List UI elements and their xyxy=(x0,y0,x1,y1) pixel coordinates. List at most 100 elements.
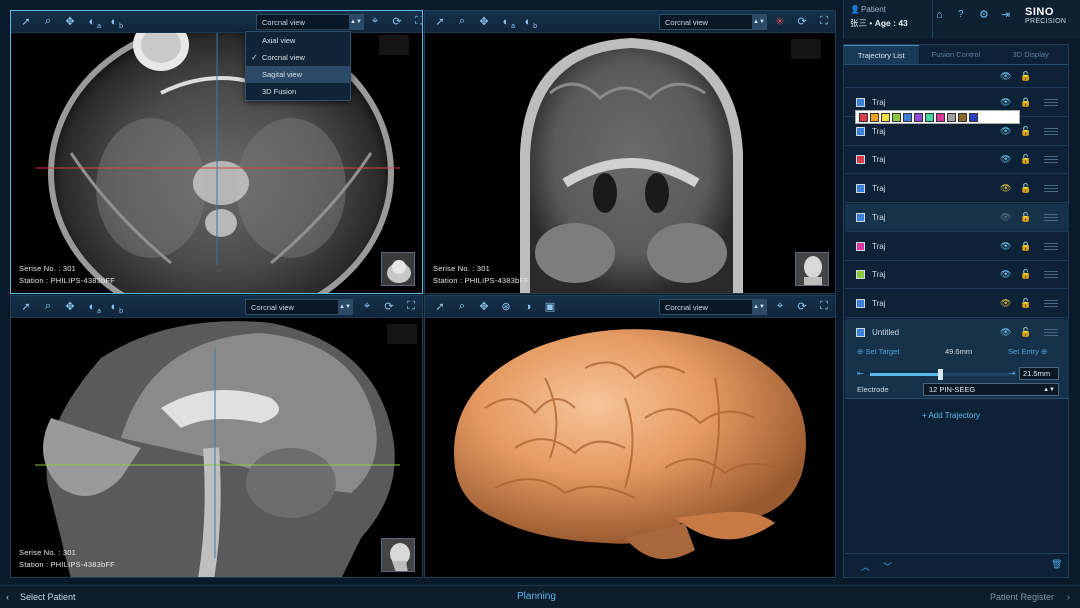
trash-icon[interactable]: 🗑 xyxy=(1051,559,1062,570)
viewport-top-left[interactable]: ➚ ⌕ ✥ ◐ a ◐ b Corcnal view ▲▼ ⌖ ⟳ ⛶ Seri… xyxy=(10,10,423,294)
depth-input[interactable]: 21.5mm xyxy=(1019,367,1059,380)
pointer-icon[interactable]: ➚ xyxy=(15,296,37,318)
menu-item-axial[interactable]: Axial view xyxy=(246,32,350,49)
fullscreen-icon[interactable]: ⛶ xyxy=(408,11,422,33)
drag-handle-icon[interactable] xyxy=(1044,156,1058,164)
eye-icon[interactable]: 👁 xyxy=(1000,327,1011,338)
trajectory-color-swatch[interactable] xyxy=(856,212,865,222)
drag-handle-icon[interactable] xyxy=(1044,127,1058,135)
chevron-right-icon[interactable]: › xyxy=(1067,592,1070,602)
electrode-select[interactable]: 12 PIN-SEEG ▲▼ xyxy=(923,383,1059,396)
palette-color-swatch[interactable] xyxy=(881,112,890,122)
menu-item-3d-fusion[interactable]: 3D Fusion xyxy=(246,83,350,100)
trajectory-color-swatch[interactable] xyxy=(856,98,865,107)
view-select[interactable]: Corcnal view ▲▼ xyxy=(256,14,364,30)
trajectory-color-swatch[interactable] xyxy=(856,241,865,251)
zoom-icon[interactable]: ⌕ xyxy=(37,296,59,318)
set-target-button[interactable]: ⊕ Set Target xyxy=(857,347,899,356)
window-a-icon[interactable]: ◐ a xyxy=(81,296,103,318)
trajectory-row[interactable]: Traj 👁 🔓 xyxy=(845,146,1069,175)
orientation-thumbnail[interactable] xyxy=(381,538,415,572)
lock-icon[interactable]: 🔓 xyxy=(1020,212,1031,223)
trajectory-color-swatch[interactable] xyxy=(856,298,865,308)
view-select[interactable]: Corcnal view ▲▼ xyxy=(659,299,767,315)
trajectory-color-swatch[interactable] xyxy=(856,327,865,337)
coronal-scan-image[interactable] xyxy=(425,33,835,293)
viewport-bottom-right[interactable]: ➚ ⌕ ✥ ⊛ ◑ ▣ Corcnal view ▲▼ ⌖ ⟳ ⛶ xyxy=(424,295,836,578)
trajectory-color-swatch[interactable] xyxy=(856,126,865,136)
pan-icon[interactable]: ✥ xyxy=(473,296,495,318)
chevron-up-icon[interactable]: ︿ xyxy=(861,560,870,573)
fullscreen-icon[interactable]: ⛶ xyxy=(400,296,422,318)
chevron-left-icon[interactable]: ‹ xyxy=(6,592,9,602)
palette-color-swatch[interactable] xyxy=(892,112,901,122)
palette-color-swatch[interactable] xyxy=(859,112,868,122)
lock-icon[interactable]: 🔓 xyxy=(1020,269,1031,280)
lock-icon[interactable]: 🔓 xyxy=(1020,154,1031,165)
drag-handle-icon[interactable] xyxy=(1044,242,1058,250)
window-b-icon[interactable]: ◐ b xyxy=(517,11,539,33)
home-icon[interactable]: ⌂ xyxy=(936,9,943,21)
view-select[interactable]: Corcnal view ▲▼ xyxy=(245,299,353,315)
crosshair-icon[interactable]: ⌖ xyxy=(364,11,386,33)
eye-icon[interactable]: 👁 xyxy=(1000,71,1011,82)
tab-3d-display[interactable]: 3D Display xyxy=(993,45,1068,64)
logout-icon[interactable]: ⇥ xyxy=(1001,8,1010,21)
lock-icon[interactable]: 🔓 xyxy=(1020,71,1031,82)
3d-brain-render[interactable] xyxy=(425,318,835,577)
eye-icon[interactable]: 👁 xyxy=(1000,126,1011,137)
select-patient-button[interactable]: Select Patient xyxy=(20,592,76,602)
menu-item-coronal[interactable]: ✓ Corcnal view xyxy=(246,49,350,66)
trajectory-row[interactable]: Traj 👁 🔓 xyxy=(845,261,1069,290)
window-b-icon[interactable]: ◐ b xyxy=(103,11,125,33)
patient-register-button[interactable]: Patient Register xyxy=(990,592,1054,602)
chevron-down-icon[interactable]: ﹀ xyxy=(883,560,892,573)
trajectory-color-swatch[interactable] xyxy=(856,184,865,194)
tab-trajectory-list[interactable]: Trajectory List xyxy=(844,45,919,64)
rotate-icon[interactable]: ⟳ xyxy=(791,296,813,318)
drag-handle-icon[interactable] xyxy=(1044,185,1058,193)
arrow-right-icon[interactable]: ⇥ xyxy=(1009,369,1016,378)
drag-handle-icon[interactable] xyxy=(1044,271,1058,279)
window-b-icon[interactable]: ◐ b xyxy=(103,296,125,318)
orientation-thumbnail[interactable] xyxy=(381,252,415,286)
palette-color-swatch[interactable] xyxy=(969,112,978,122)
fullscreen-icon[interactable]: ⛶ xyxy=(813,296,835,318)
fullscreen-icon[interactable]: ⛶ xyxy=(813,11,835,33)
eye-icon[interactable]: 👁 xyxy=(1000,298,1011,309)
palette-color-swatch[interactable] xyxy=(914,112,923,122)
arrow-left-icon[interactable]: ⇤ xyxy=(857,369,864,378)
palette-color-swatch[interactable] xyxy=(870,112,879,122)
layers-icon[interactable]: ▣ xyxy=(539,296,561,318)
drag-handle-icon[interactable] xyxy=(1044,299,1058,307)
help-icon[interactable]: ? xyxy=(958,9,964,20)
palette-color-swatch[interactable] xyxy=(903,112,912,122)
palette-color-swatch[interactable] xyxy=(947,112,956,122)
lock-icon[interactable]: 🔒 xyxy=(1020,241,1031,252)
trajectory-row[interactable]: Traj 👁 🔓 xyxy=(845,175,1069,204)
drag-handle-icon[interactable] xyxy=(1044,213,1058,221)
eye-icon[interactable]: 👁 xyxy=(1000,154,1011,165)
rotate-icon[interactable]: ⟳ xyxy=(378,296,400,318)
rotate-icon[interactable]: ⟳ xyxy=(791,11,813,33)
eye-icon[interactable]: 👁 xyxy=(1000,241,1011,252)
add-trajectory-button[interactable]: + Add Trajectory xyxy=(922,411,980,420)
zoom-icon[interactable]: ⌕ xyxy=(451,11,473,33)
pointer-icon[interactable]: ➚ xyxy=(15,11,37,33)
view-select[interactable]: Corcnal view ▲▼ xyxy=(659,14,767,30)
pan-icon[interactable]: ✥ xyxy=(59,296,81,318)
pan-icon[interactable]: ✥ xyxy=(59,11,81,33)
pointer-icon[interactable]: ➚ xyxy=(429,11,451,33)
set-entry-button[interactable]: Set Entry ⊕ xyxy=(1008,347,1047,356)
window-a-icon[interactable]: ◐ a xyxy=(495,11,517,33)
gear-icon[interactable]: ⚙ xyxy=(979,8,989,21)
palette-color-swatch[interactable] xyxy=(958,112,967,122)
orientation-thumbnail[interactable] xyxy=(795,252,829,286)
depth-slider[interactable] xyxy=(870,369,1010,380)
viewport-bottom-left[interactable]: ➚ ⌕ ✥ ◐ a ◐ b Corcnal view ▲▼ ⌖ ⟳ ⛶ Serise… xyxy=(10,295,423,578)
palette-color-swatch[interactable] xyxy=(936,112,945,122)
window-a-icon[interactable]: ◐ a xyxy=(81,11,103,33)
drag-handle-icon[interactable] xyxy=(1044,328,1058,336)
pan-icon[interactable]: ✥ xyxy=(473,11,495,33)
lock-icon[interactable]: 🔓 xyxy=(1020,126,1031,137)
